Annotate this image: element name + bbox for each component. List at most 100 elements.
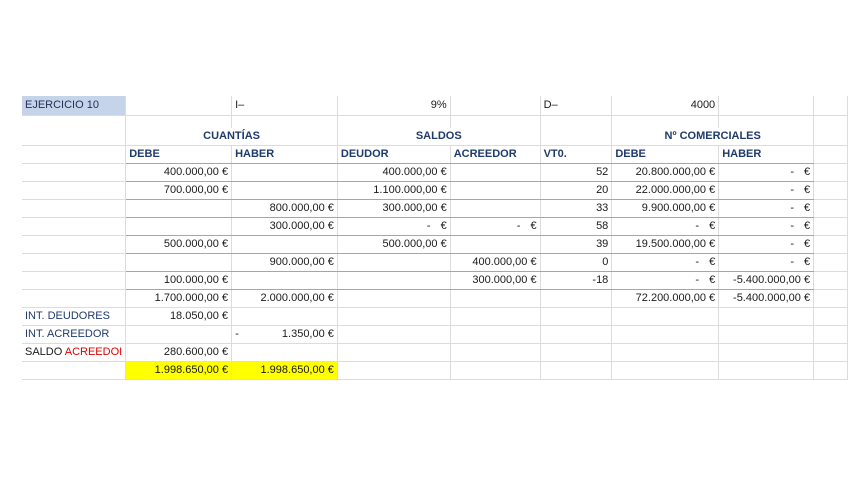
cell-nc-haber[interactable]: - € bbox=[718, 253, 815, 272]
cell-debe[interactable]: 700.000,00 € bbox=[125, 181, 233, 200]
cell-nc-haber[interactable]: - € bbox=[718, 181, 815, 200]
cell-empty[interactable] bbox=[22, 127, 127, 146]
cell-acreedor[interactable] bbox=[450, 181, 541, 200]
cell-haber[interactable]: 300.000,00 € bbox=[231, 217, 338, 236]
cell-int-deudores[interactable]: 18.050,00 € bbox=[125, 307, 233, 326]
cell-nc-debe[interactable]: 19.500.000,00 € bbox=[611, 235, 720, 254]
cell-empty[interactable] bbox=[540, 343, 613, 362]
cell-empty[interactable] bbox=[125, 96, 233, 116]
cell-debe[interactable]: 400.000,00 € bbox=[125, 163, 233, 182]
cell-d-label[interactable]: D– bbox=[540, 96, 613, 116]
cell-empty[interactable] bbox=[813, 96, 848, 116]
cell-empty[interactable] bbox=[337, 289, 451, 308]
group-header-cuantias[interactable]: CUANTÍAS bbox=[125, 127, 338, 146]
cell-haber[interactable] bbox=[231, 271, 338, 290]
cell-empty[interactable] bbox=[718, 96, 815, 116]
cell-d-value[interactable]: 4000 bbox=[611, 96, 720, 116]
cell-empty[interactable] bbox=[231, 307, 338, 326]
cell-empty[interactable] bbox=[22, 271, 127, 290]
cell-deudor[interactable]: 300.000,00 € bbox=[337, 199, 451, 218]
cell-empty[interactable] bbox=[450, 361, 541, 380]
cell-empty[interactable] bbox=[22, 163, 127, 182]
cell-empty[interactable] bbox=[125, 115, 233, 128]
cell-empty[interactable] bbox=[450, 96, 541, 116]
cell-int-acreedor[interactable]: - 1.350,00 € bbox=[231, 325, 338, 344]
cell-empty[interactable] bbox=[813, 271, 848, 290]
cell-empty[interactable] bbox=[813, 199, 848, 218]
cell-empty[interactable] bbox=[611, 343, 720, 362]
cell-empty[interactable] bbox=[22, 361, 127, 380]
cell-total-nc-debe[interactable]: 72.200.000,00 € bbox=[611, 289, 720, 308]
cell-empty[interactable] bbox=[813, 163, 848, 182]
cell-vto[interactable]: 33 bbox=[540, 199, 613, 218]
cell-acreedor[interactable]: - € bbox=[450, 217, 541, 236]
cell-empty[interactable] bbox=[813, 307, 848, 326]
cell-debe[interactable] bbox=[125, 199, 233, 218]
cell-debe[interactable]: 100.000,00 € bbox=[125, 271, 233, 290]
cell-nc-haber[interactable]: - € bbox=[718, 217, 815, 236]
cell-nc-debe[interactable]: 20.800.000,00 € bbox=[611, 163, 720, 182]
cell-empty[interactable] bbox=[125, 325, 233, 344]
cell-haber[interactable] bbox=[231, 163, 338, 182]
cell-empty[interactable] bbox=[718, 307, 815, 326]
cell-deudor[interactable]: 500.000,00 € bbox=[337, 235, 451, 254]
cell-nc-debe[interactable]: 9.900.000,00 € bbox=[611, 199, 720, 218]
cell-empty[interactable] bbox=[813, 343, 848, 362]
cell-vto[interactable]: 58 bbox=[540, 217, 613, 236]
cell-haber[interactable]: 900.000,00 € bbox=[231, 253, 338, 272]
cell-empty[interactable] bbox=[337, 361, 451, 380]
cell-empty[interactable] bbox=[540, 307, 613, 326]
cell-vto[interactable]: -18 bbox=[540, 271, 613, 290]
cell-empty[interactable] bbox=[813, 235, 848, 254]
cell-empty[interactable] bbox=[718, 343, 815, 362]
cell-empty[interactable] bbox=[813, 289, 848, 308]
cell-empty[interactable] bbox=[540, 289, 613, 308]
cell-empty[interactable] bbox=[611, 361, 720, 380]
cell-total-haber[interactable]: 2.000.000,00 € bbox=[231, 289, 338, 308]
cell-debe[interactable]: 500.000,00 € bbox=[125, 235, 233, 254]
cell-vto[interactable]: 52 bbox=[540, 163, 613, 182]
cell-empty[interactable] bbox=[813, 253, 848, 272]
cell-acreedor[interactable]: 300.000,00 € bbox=[450, 271, 541, 290]
cell-empty[interactable] bbox=[22, 235, 127, 254]
cell-empty[interactable] bbox=[22, 217, 127, 236]
group-header-saldos[interactable]: SALDOS bbox=[337, 127, 541, 146]
cell-nc-debe[interactable]: - € bbox=[611, 217, 720, 236]
cell-empty[interactable] bbox=[22, 289, 127, 308]
cell-nc-debe[interactable]: - € bbox=[611, 271, 720, 290]
cell-final-debe[interactable]: 1.998.650,00 € bbox=[125, 361, 233, 380]
cell-empty[interactable] bbox=[22, 253, 127, 272]
column-header-debe[interactable]: DEBE bbox=[125, 145, 233, 164]
cell-deudor[interactable]: - € bbox=[337, 217, 451, 236]
cell-deudor[interactable] bbox=[337, 271, 451, 290]
cell-empty[interactable] bbox=[718, 361, 815, 380]
cell-nc-haber[interactable]: - € bbox=[718, 199, 815, 218]
cell-haber[interactable] bbox=[231, 181, 338, 200]
cell-debe[interactable] bbox=[125, 253, 233, 272]
group-header-comerciales[interactable]: Nº COMERCIALES bbox=[611, 127, 815, 146]
column-header-haber[interactable]: HABER bbox=[231, 145, 338, 164]
cell-nc-haber[interactable]: -5.400.000,00 € bbox=[718, 271, 815, 290]
cell-exercise-title[interactable]: EJERCICIO 10 bbox=[22, 96, 127, 116]
cell-empty[interactable] bbox=[450, 115, 541, 128]
cell-empty[interactable] bbox=[540, 325, 613, 344]
cell-haber[interactable]: 800.000,00 € bbox=[231, 199, 338, 218]
cell-empty[interactable] bbox=[540, 361, 613, 380]
cell-debe[interactable] bbox=[125, 217, 233, 236]
cell-haber[interactable] bbox=[231, 235, 338, 254]
cell-deudor[interactable]: 1.100.000,00 € bbox=[337, 181, 451, 200]
cell-empty[interactable] bbox=[611, 325, 720, 344]
cell-acreedor[interactable] bbox=[450, 199, 541, 218]
cell-empty[interactable] bbox=[813, 115, 848, 128]
cell-empty[interactable] bbox=[22, 115, 127, 128]
cell-acreedor[interactable] bbox=[450, 235, 541, 254]
cell-vto[interactable]: 20 bbox=[540, 181, 613, 200]
cell-empty[interactable] bbox=[450, 307, 541, 326]
cell-acreedor[interactable] bbox=[450, 163, 541, 182]
column-header-deudor[interactable]: DEUDOR bbox=[337, 145, 451, 164]
cell-empty[interactable] bbox=[718, 115, 815, 128]
cell-empty[interactable] bbox=[231, 115, 338, 128]
column-header-nc-haber[interactable]: HABER bbox=[718, 145, 815, 164]
cell-i-value[interactable]: 9% bbox=[337, 96, 451, 116]
cell-empty[interactable] bbox=[813, 145, 848, 164]
